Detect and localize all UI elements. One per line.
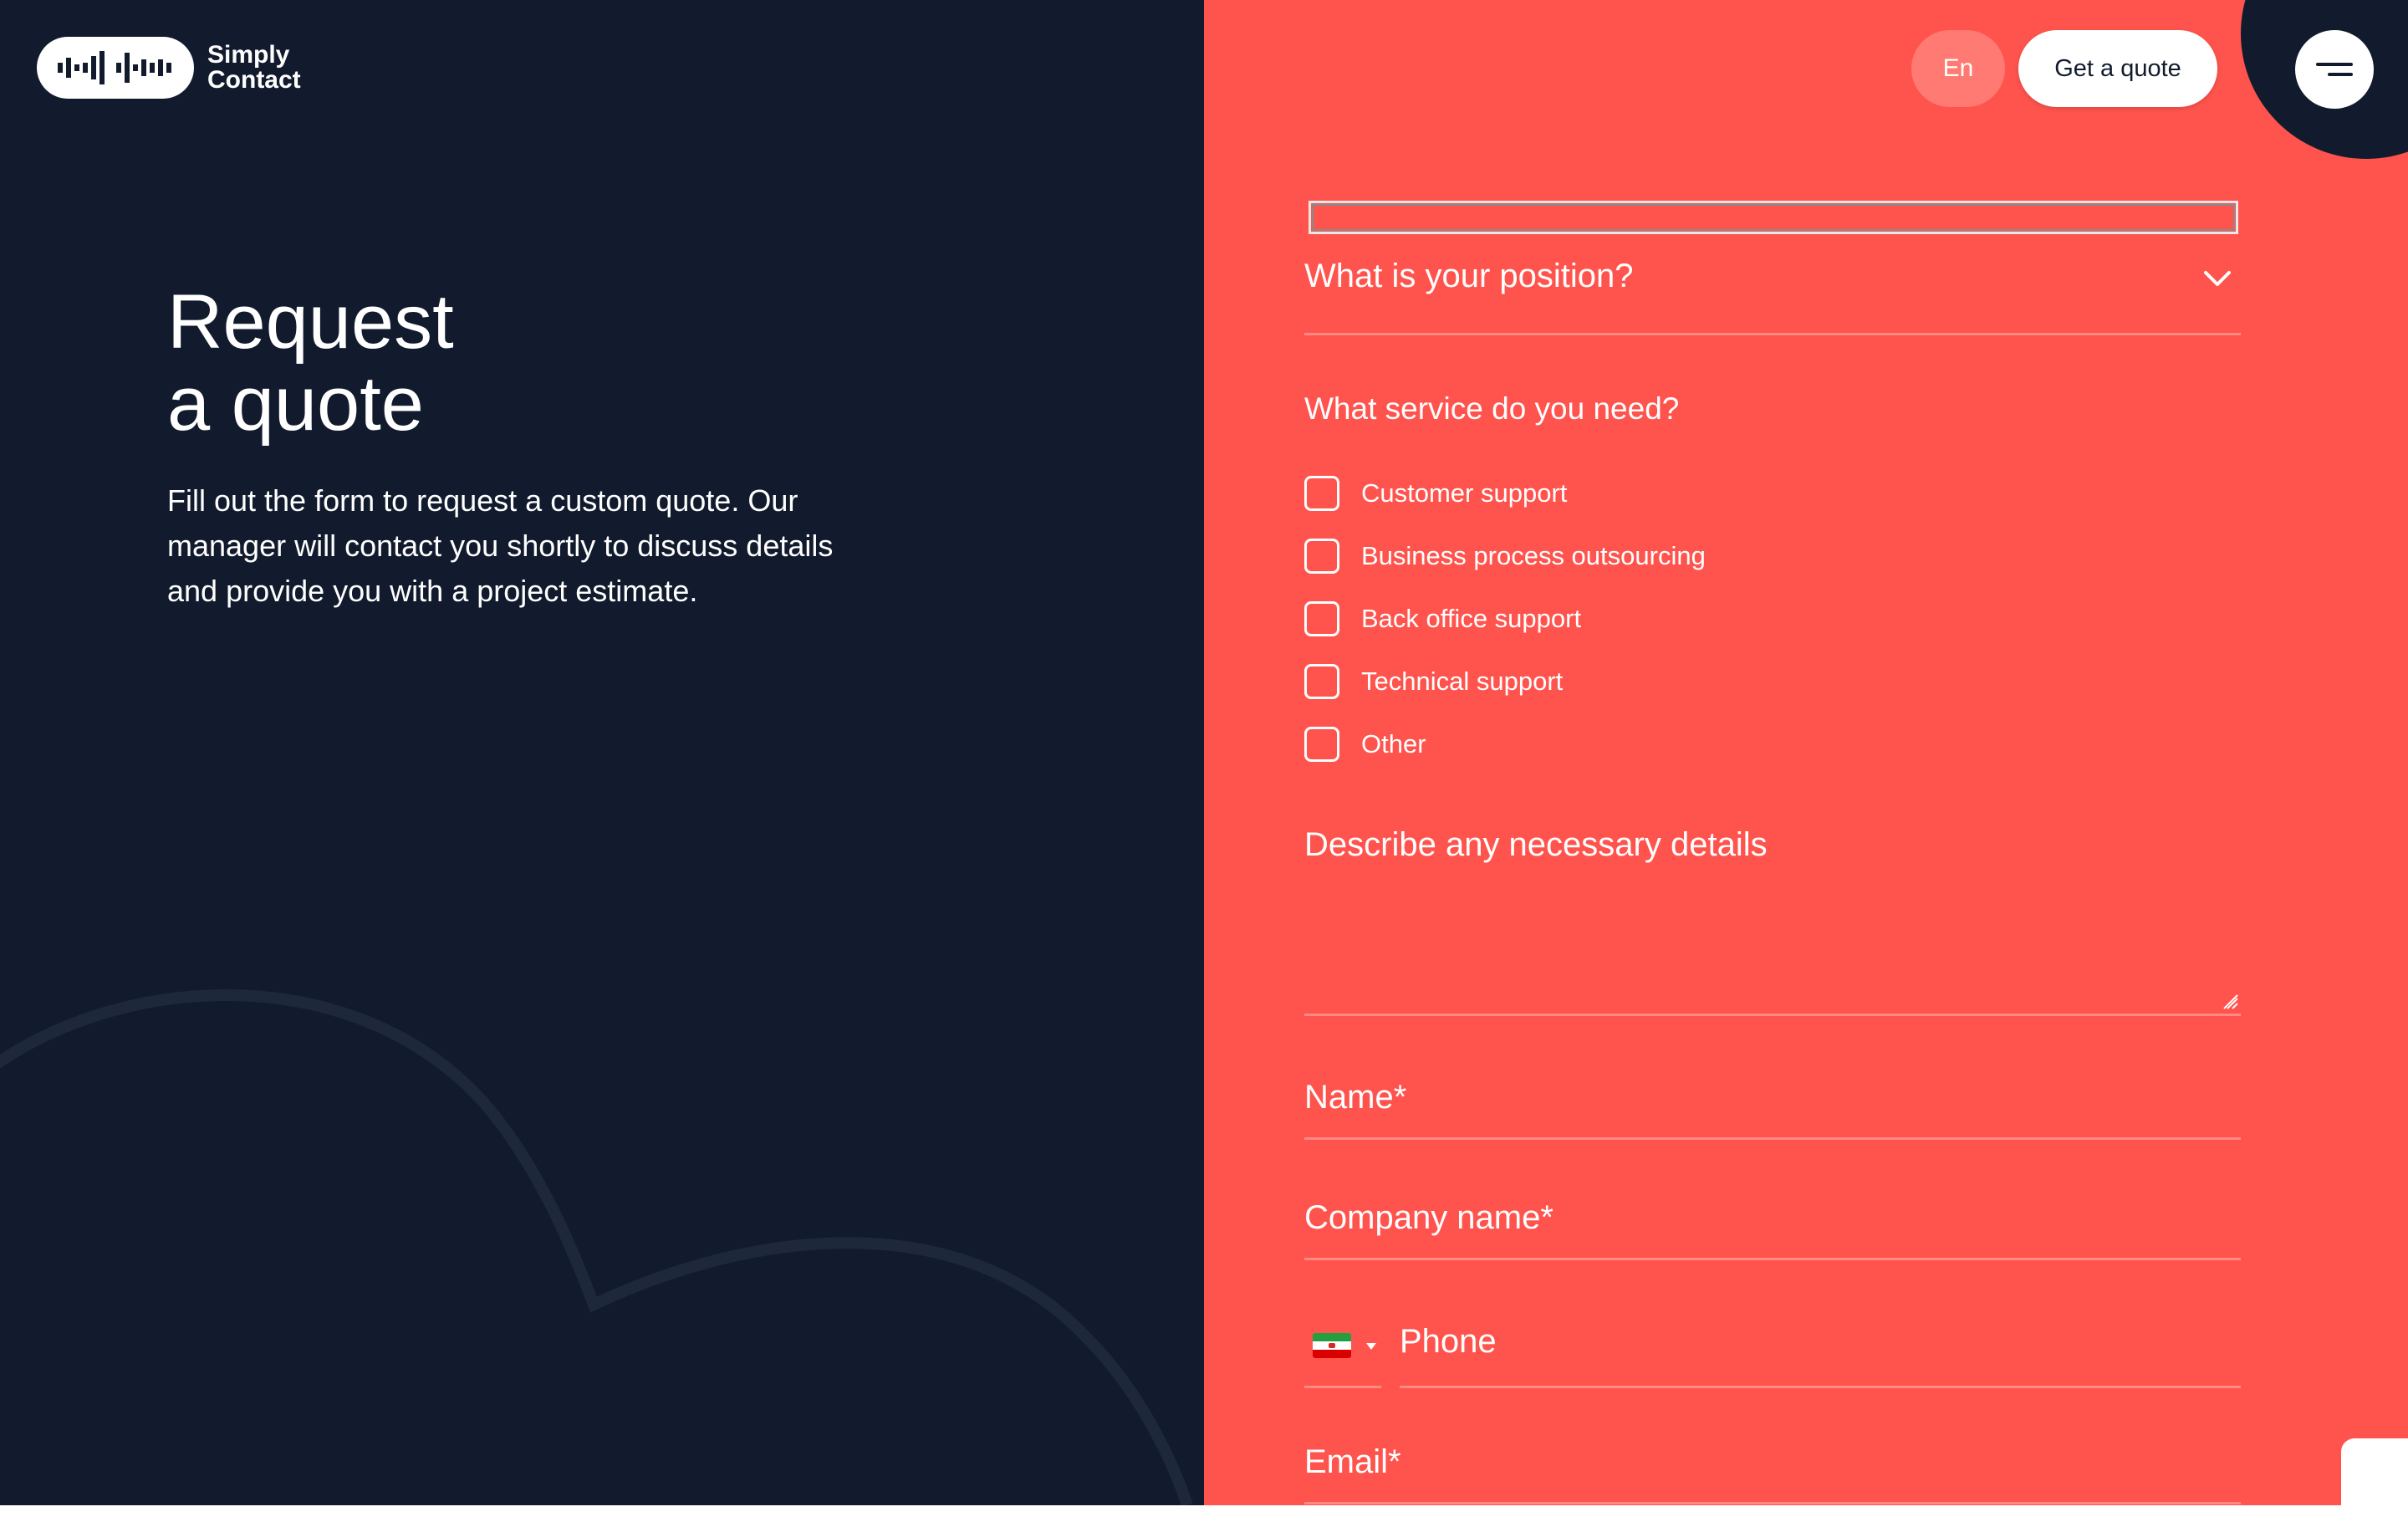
left-panel: Simply Contact Request a quote Fill out … [0,0,1204,1505]
company-name-field[interactable]: Company name* [1304,1199,2241,1260]
title-line1: Request [167,279,454,365]
service-option-label: Customer support [1361,478,1568,508]
phone-input[interactable]: Phone [1400,1311,2241,1388]
service-question: What service do you need? [1304,391,1680,426]
language-button[interactable]: En [1911,30,2005,107]
position-select-label: What is your position? [1304,258,1634,294]
decorative-outline [0,989,1193,1505]
page-title: Request a quote [167,281,752,445]
service-checkbox-list: Customer support Business process outsou… [1304,462,1706,775]
focused-input-frame[interactable] [1309,201,2238,234]
form-panel: What is your position? What service do y… [1204,0,2408,1505]
logo[interactable]: Simply Contact [37,37,301,99]
email-label: Email* [1304,1443,1401,1480]
phone-row: Phone [1304,1311,2241,1388]
checkbox[interactable] [1304,600,1339,636]
get-quote-button[interactable]: Get a quote [2018,30,2217,107]
service-option-label: Other [1361,728,1426,758]
menu-button[interactable] [2295,30,2374,109]
service-option[interactable]: Back office support [1304,587,1706,650]
checkbox[interactable] [1304,538,1339,574]
logo-wordmark: Simply Contact [207,43,301,93]
service-option[interactable]: Business process outsourcing [1304,524,1706,587]
details-label: Describe any necessary details [1304,826,1768,863]
service-option-label: Technical support [1361,666,1564,696]
country-code-select[interactable] [1304,1311,1381,1388]
page-description: Fill out the form to request a custom qu… [167,483,834,608]
name-label: Name* [1304,1079,1407,1116]
service-option[interactable]: Customer support [1304,462,1706,524]
service-option[interactable]: Technical support [1304,650,1706,712]
checkbox[interactable] [1304,475,1339,511]
checkbox[interactable] [1304,726,1339,762]
logo-line2: Contact [207,66,301,94]
chevron-down-icon [2204,271,2231,286]
email-field[interactable]: Email* [1304,1443,2241,1504]
logo-waveform-icon [58,51,171,84]
title-line2: a quote [167,361,424,447]
service-option-label: Business process outsourcing [1361,540,1706,570]
details-textarea[interactable]: Describe any necessary details [1304,820,2241,1016]
service-option-label: Back office support [1361,603,1582,633]
name-field[interactable]: Name* [1304,1079,2241,1140]
caret-down-icon [1366,1343,1376,1350]
phone-label: Phone [1400,1323,1497,1360]
position-select[interactable]: What is your position? [1304,251,2241,335]
company-label: Company name* [1304,1199,1553,1236]
logo-badge [37,37,194,99]
service-option[interactable]: Other [1304,712,1706,775]
resize-handle-icon[interactable] [2222,993,2239,1010]
menu-icon-line [2328,73,2353,76]
logo-line1: Simply [207,41,290,69]
chat-widget-tab[interactable] [2341,1438,2408,1522]
iran-flag-icon [1313,1333,1351,1358]
checkbox[interactable] [1304,663,1339,699]
menu-icon [2316,63,2353,66]
